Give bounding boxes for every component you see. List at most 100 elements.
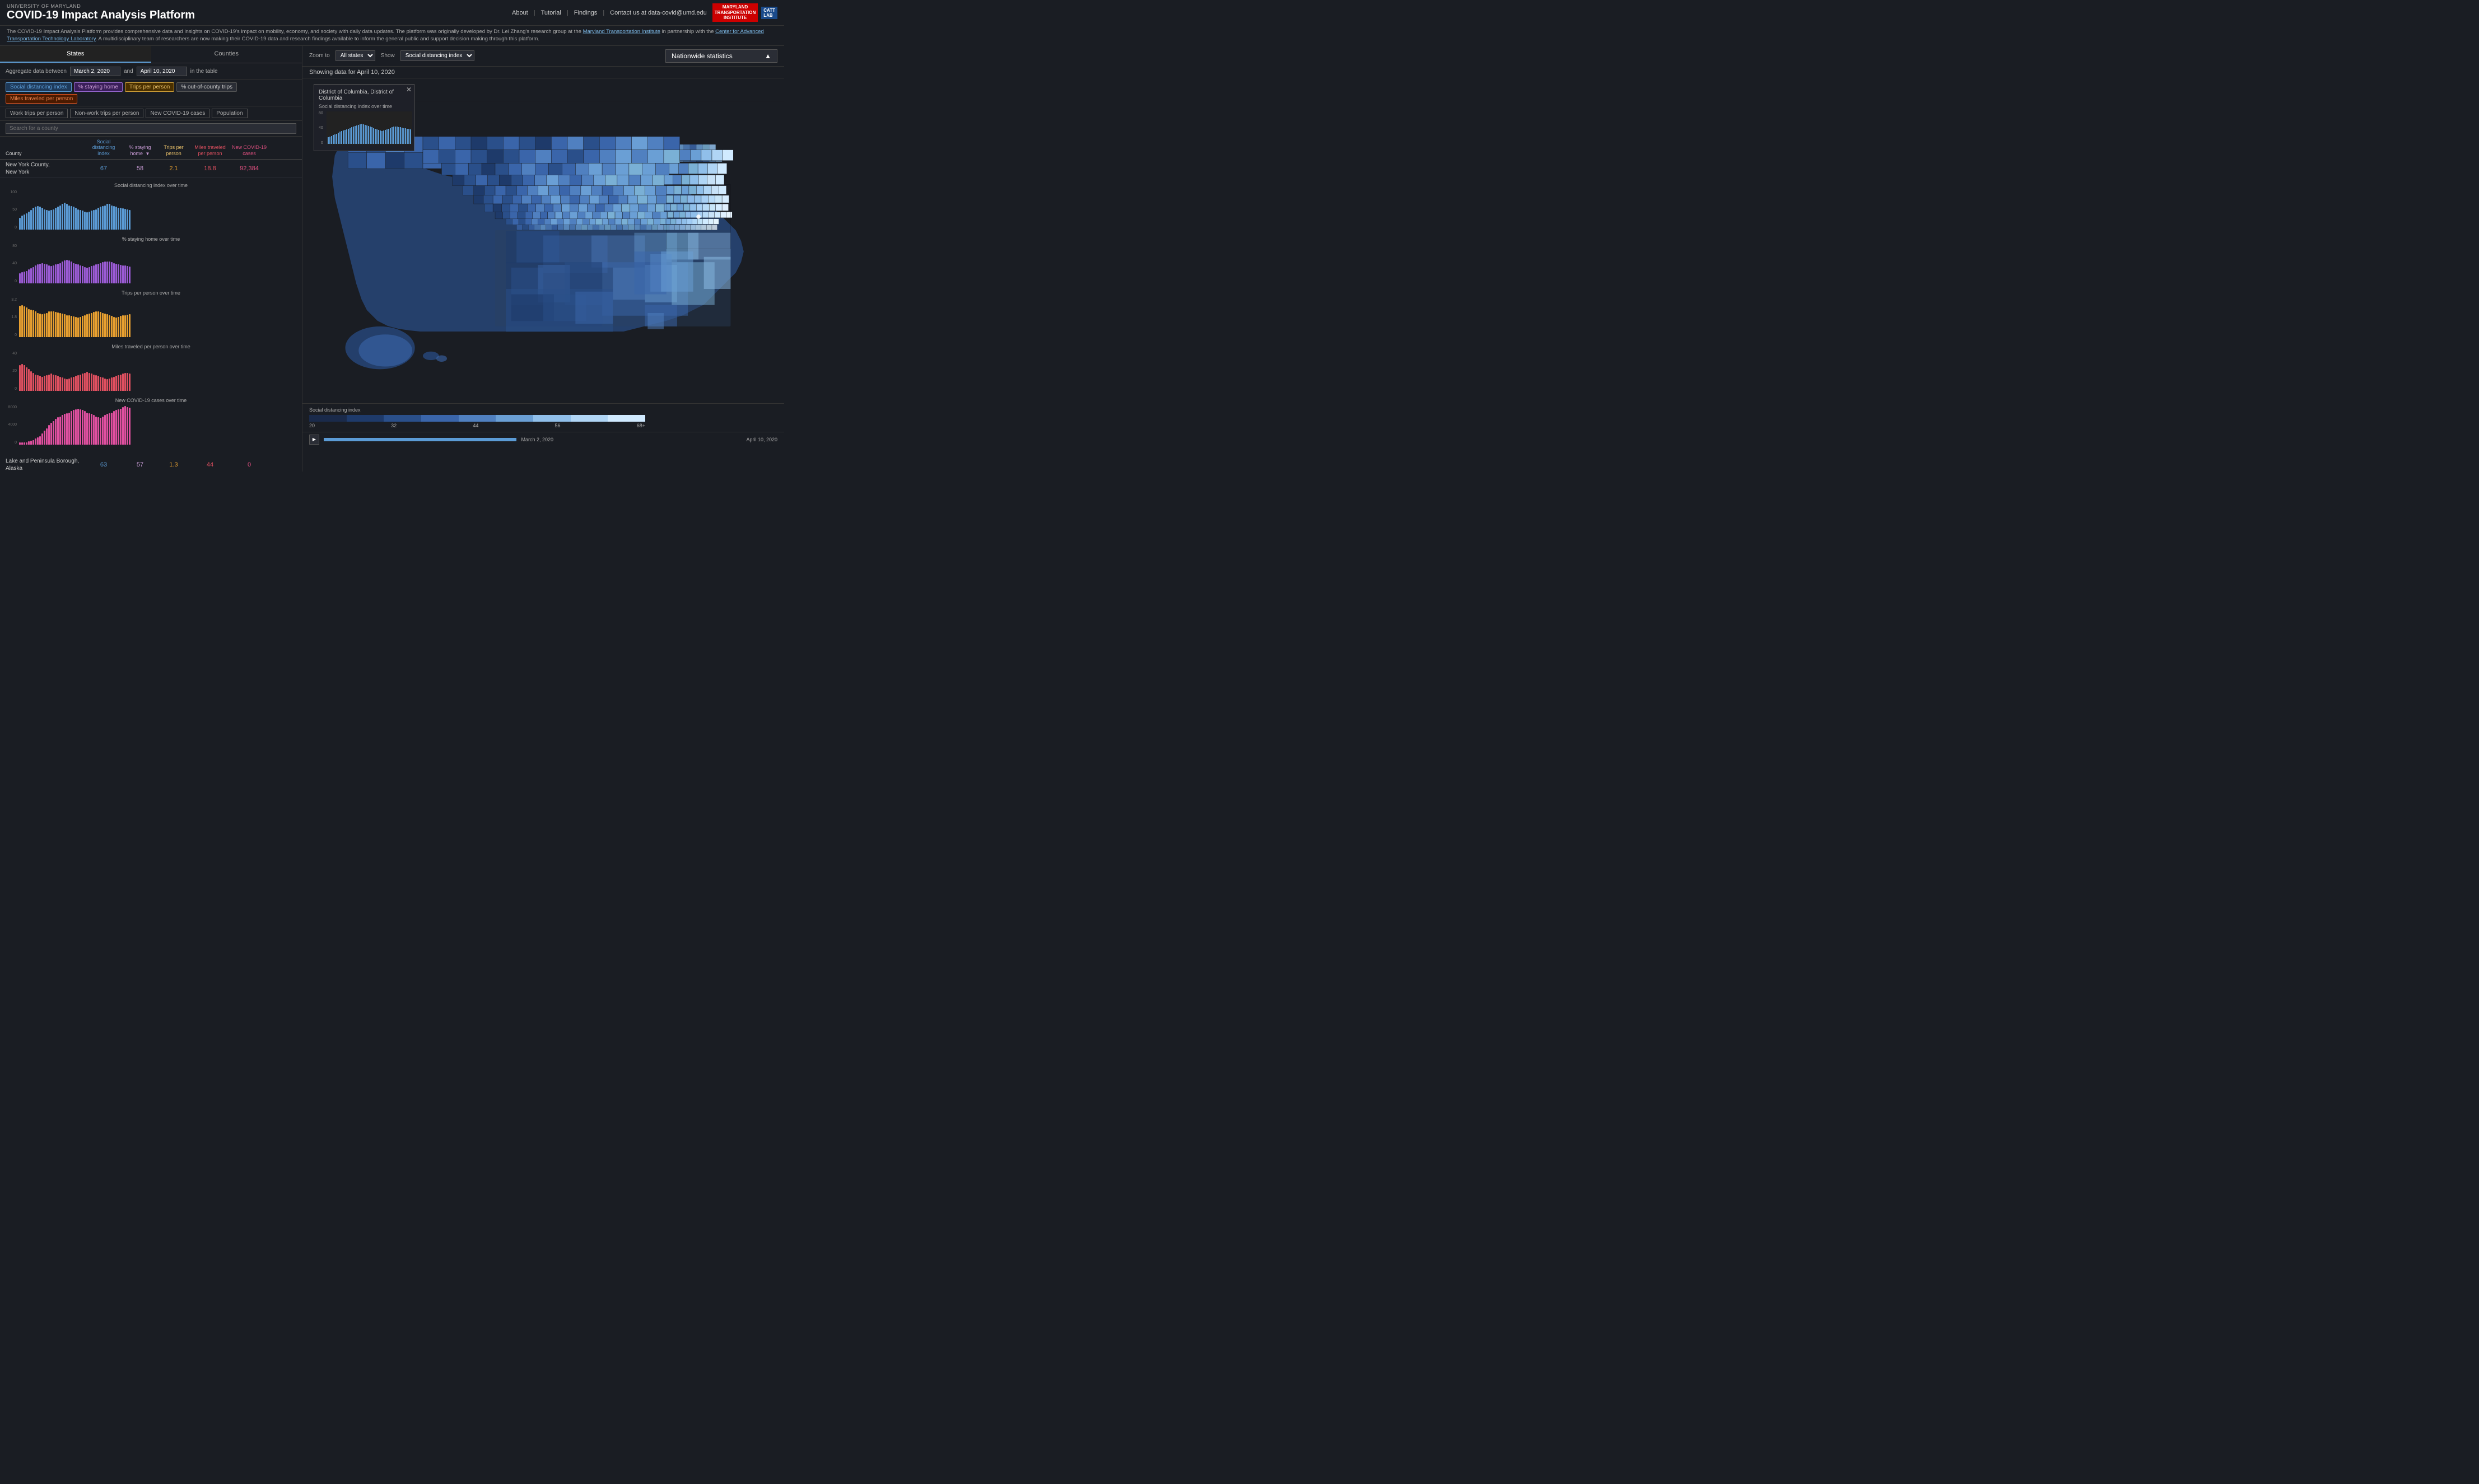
chart-bar — [39, 207, 41, 230]
chart-block: New COVID-19 cases over time800040000 — [6, 398, 296, 445]
tooltip-chart-bar — [334, 134, 335, 144]
chart-bar — [50, 423, 52, 445]
chart-bar — [100, 377, 101, 391]
chart-bar — [55, 312, 57, 337]
chart-bar — [37, 206, 39, 230]
other-metric-button[interactable]: New COVID-19 cases — [146, 109, 209, 118]
chart-bar — [68, 206, 70, 230]
th-psh[interactable]: % stayinghome ▼ — [123, 144, 157, 157]
table-row[interactable]: Lake and Peninsula Borough,Alaska 63 57 … — [0, 456, 302, 472]
chart-bar — [46, 313, 48, 337]
metric-button[interactable]: % out-of-county trips — [176, 82, 237, 92]
chart-block: Miles traveled per person over time40200 — [6, 344, 296, 391]
mti-link[interactable]: Maryland Transportation Institute — [583, 29, 660, 35]
chart-bar — [102, 417, 104, 445]
chart-bar — [84, 315, 86, 337]
chart-bar — [111, 206, 113, 230]
chart-bar — [57, 264, 59, 283]
other-metric-button[interactable]: Work trips per person — [6, 109, 68, 118]
chart-bar — [32, 373, 34, 391]
chart-bar — [97, 208, 99, 230]
chart-bar — [71, 411, 72, 445]
tooltip-chart-bar — [344, 130, 346, 144]
chart-bar — [106, 314, 108, 337]
chart-bar — [55, 264, 57, 283]
zoom-select[interactable]: All states — [335, 50, 375, 61]
show-select[interactable]: Social distancing index — [400, 50, 474, 61]
additional-rows: Lake and Peninsula Borough,Alaska 63 57 … — [0, 456, 302, 472]
chart-bar — [41, 433, 43, 445]
data-table: County Socialdistancingindex % stayingho… — [0, 137, 302, 472]
county-search-input[interactable] — [6, 123, 296, 134]
chart-bar — [53, 209, 54, 230]
chart-bar — [109, 315, 110, 337]
nationwide-stats-button[interactable]: Nationwide statistics ▲ — [665, 49, 777, 63]
chart-bar — [39, 314, 41, 337]
map-container[interactable]: ✕ District of Columbia, District of Colu… — [302, 78, 784, 403]
top-data-row[interactable]: New York County,New York 67 58 2.1 18.8 … — [0, 160, 302, 178]
filter-label-in: in the table — [190, 68, 218, 74]
tabs: States Counties — [0, 46, 302, 63]
metric-button[interactable]: % staying home — [74, 82, 123, 92]
tab-states[interactable]: States — [0, 46, 151, 63]
chart-bar — [88, 267, 90, 283]
chart-yaxis: 3.21.80 — [6, 298, 17, 337]
chart-bar — [37, 375, 39, 391]
legend-segment — [533, 415, 571, 422]
legend-label: 32 — [391, 423, 397, 428]
chart-bar — [19, 442, 21, 445]
tooltip-chart-bar — [408, 129, 409, 143]
chart-bar — [109, 204, 110, 230]
chart-bar — [59, 417, 61, 445]
chart-bar — [46, 210, 48, 230]
chart-bar — [19, 306, 21, 337]
filter-label-and: and — [124, 68, 133, 74]
chart-bar — [80, 210, 81, 230]
chart-bar — [75, 317, 77, 337]
filter-label-between: Aggregate data between — [6, 68, 67, 74]
chart-bar — [68, 413, 70, 445]
chart-yaxis: 80400 — [6, 244, 17, 283]
findings-link[interactable]: Findings — [574, 10, 598, 16]
chart-bar — [50, 210, 52, 230]
tutorial-link[interactable]: Tutorial — [541, 10, 561, 16]
metric-button[interactable]: Trips per person — [125, 82, 174, 92]
chart-bar — [109, 413, 110, 445]
tooltip-close-button[interactable]: ✕ — [406, 86, 412, 94]
tooltip-chart-bar — [366, 125, 367, 143]
chart-bar — [41, 263, 43, 283]
about-link[interactable]: About — [512, 10, 528, 16]
chart-bar — [127, 266, 128, 283]
chart-bar — [102, 377, 104, 391]
chart-bar — [120, 409, 122, 445]
timeline-bar[interactable] — [324, 438, 516, 441]
legend-label: 68+ — [637, 423, 645, 428]
chart-bar — [24, 214, 25, 230]
tooltip-chart-bar — [392, 127, 393, 143]
search-bar — [0, 121, 302, 137]
chart-bar — [115, 376, 117, 391]
chart-bar — [102, 262, 104, 283]
chart-area — [19, 352, 131, 391]
filter-date-end[interactable] — [137, 67, 187, 76]
chart-bar — [120, 316, 122, 337]
contact-link[interactable]: Contact us at data-covid@umd.edu — [610, 10, 707, 16]
tooltip-subtitle: Social distancing index over time — [319, 104, 409, 109]
chart-bar — [84, 373, 86, 391]
play-button[interactable]: ▶ — [309, 435, 319, 445]
other-metric-button[interactable]: Non-work trips per person — [70, 109, 143, 118]
header: UNIVERSITY OF MARYLAND COVID-19 Impact A… — [0, 0, 784, 26]
other-metric-button[interactable]: Population — [212, 109, 247, 118]
metric-button[interactable]: Social distancing index — [6, 82, 72, 92]
th-tpp: Trips perperson — [157, 144, 190, 157]
data-row-nyc[interactable]: New York County,New York 67 58 2.1 18.8 … — [0, 160, 302, 178]
chart-bar — [44, 209, 45, 230]
filter-date-start[interactable] — [70, 67, 120, 76]
chart-bar — [97, 264, 99, 283]
th-covid: New COVID-19cases — [230, 144, 269, 157]
filter-row: Aggregate data between and in the table — [0, 63, 302, 80]
metric-button[interactable]: Miles traveled per person — [6, 94, 77, 104]
tab-counties[interactable]: Counties — [151, 46, 302, 63]
chart-bar — [93, 265, 95, 283]
chart-bar — [91, 313, 92, 337]
